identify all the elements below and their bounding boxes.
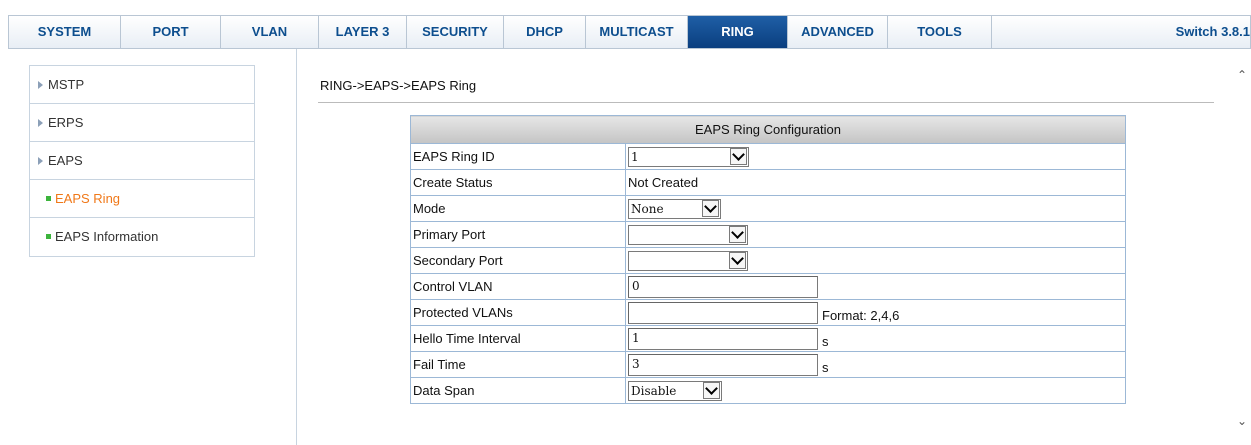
sidebar-subitem-eaps-information[interactable]: EAPS Information xyxy=(30,218,254,256)
hello-time-cell: 1s xyxy=(625,325,1126,352)
fail-time-unit: s xyxy=(822,359,829,375)
tab-vlan[interactable]: VLAN xyxy=(221,16,319,48)
data-span-label: Data Span xyxy=(410,377,626,404)
scroll-up-arrow-icon[interactable]: ⌃ xyxy=(1237,69,1249,81)
mode-value: None xyxy=(631,201,664,216)
triangle-right-icon xyxy=(38,119,43,127)
eaps-ring-config-table: EAPS Ring Configuration EAPS Ring ID 1 C… xyxy=(410,115,1126,404)
tab-system[interactable]: SYSTEM xyxy=(9,16,121,48)
tab-dhcp[interactable]: DHCP xyxy=(504,16,586,48)
data-span-value: Disable xyxy=(631,383,677,398)
secondary-port-select[interactable] xyxy=(628,250,748,271)
row-protected-vlans: Protected VLANs Format: 2,4,6 xyxy=(410,299,1126,326)
top-bar: SYSTEM PORT VLAN LAYER 3 SECURITY DHCP M… xyxy=(0,0,1251,49)
sidebar-item-label: ERPS xyxy=(48,115,84,130)
sidebar-item-mstp[interactable]: MSTP xyxy=(30,66,254,104)
row-data-span: Data Span Disable xyxy=(410,377,1126,404)
chevron-down-icon[interactable] xyxy=(702,200,719,217)
row-ring-id: EAPS Ring ID 1 xyxy=(410,143,1126,170)
scroll-down-arrow-icon[interactable]: ⌄ xyxy=(1237,415,1249,427)
main-nav: SYSTEM PORT VLAN LAYER 3 SECURITY DHCP M… xyxy=(8,15,1251,49)
ring-id-value: 1 xyxy=(631,149,639,164)
sidebar-item-label: EAPS xyxy=(48,153,83,168)
fail-time-label: Fail Time xyxy=(410,351,626,378)
tab-ring[interactable]: RING xyxy=(688,16,788,48)
content-divider xyxy=(296,49,297,445)
ring-id-cell: 1 xyxy=(625,143,1126,170)
chevron-down-icon[interactable] xyxy=(730,148,747,165)
bullet-square-icon xyxy=(46,196,51,201)
row-primary-port: Primary Port xyxy=(410,221,1126,248)
ring-id-select[interactable]: 1 xyxy=(628,146,749,167)
control-vlan-input[interactable]: 0 xyxy=(628,275,818,298)
hello-time-label: Hello Time Interval xyxy=(410,325,626,352)
data-span-select[interactable]: Disable xyxy=(628,380,722,401)
primary-port-cell xyxy=(625,221,1126,248)
secondary-port-cell xyxy=(625,247,1126,274)
primary-port-label: Primary Port xyxy=(410,221,626,248)
mode-label: Mode xyxy=(410,195,626,222)
sidebar-item-erps[interactable]: ERPS xyxy=(30,104,254,142)
protected-vlans-label: Protected VLANs xyxy=(410,299,626,326)
fail-time-cell: 3s xyxy=(625,351,1126,378)
config-table-title: EAPS Ring Configuration xyxy=(410,115,1126,144)
sidebar: MSTP ERPS EAPS EAPS Ring EAPS Informatio… xyxy=(29,65,255,257)
bullet-square-icon xyxy=(46,234,51,239)
tab-advanced[interactable]: ADVANCED xyxy=(788,16,888,48)
protected-vlans-input[interactable] xyxy=(628,301,818,324)
tab-port[interactable]: PORT xyxy=(121,16,221,48)
row-secondary-port: Secondary Port xyxy=(410,247,1126,274)
row-create-status: Create Status Not Created xyxy=(410,169,1126,196)
hello-time-input[interactable]: 1 xyxy=(628,327,818,350)
hello-time-unit: s xyxy=(822,333,829,349)
sidebar-item-label: MSTP xyxy=(48,77,85,92)
fail-time-input[interactable]: 3 xyxy=(628,353,818,376)
row-control-vlan: Control VLAN 0 xyxy=(410,273,1126,300)
tab-security[interactable]: SECURITY xyxy=(407,16,504,48)
triangle-right-icon xyxy=(38,81,43,89)
sidebar-subitem-label: EAPS Information xyxy=(55,229,159,244)
chevron-down-icon[interactable] xyxy=(729,226,746,243)
row-mode: Mode None xyxy=(410,195,1126,222)
tab-layer3[interactable]: LAYER 3 xyxy=(319,16,407,48)
secondary-port-label: Secondary Port xyxy=(410,247,626,274)
sidebar-subitem-eaps-ring[interactable]: EAPS Ring xyxy=(30,180,254,218)
create-status-value: Not Created xyxy=(625,169,1126,196)
mode-select[interactable]: None xyxy=(628,198,721,219)
row-fail-time: Fail Time 3s xyxy=(410,351,1126,378)
sidebar-item-eaps[interactable]: EAPS xyxy=(30,142,254,180)
control-vlan-cell: 0 xyxy=(625,273,1126,300)
create-status-label: Create Status xyxy=(410,169,626,196)
chevron-down-icon[interactable] xyxy=(729,252,746,269)
chevron-down-icon[interactable] xyxy=(703,382,720,399)
tab-multicast[interactable]: MULTICAST xyxy=(586,16,688,48)
data-span-cell: Disable xyxy=(625,377,1126,404)
protected-vlans-format-hint: Format: 2,4,6 xyxy=(822,307,900,323)
breadcrumb-separator xyxy=(318,102,1214,103)
version-label: Switch 3.8.1 xyxy=(1175,24,1250,39)
row-hello-time: Hello Time Interval 1s xyxy=(410,325,1126,352)
breadcrumb: RING->EAPS->EAPS Ring xyxy=(320,78,477,93)
triangle-right-icon xyxy=(38,157,43,165)
control-vlan-label: Control VLAN xyxy=(410,273,626,300)
protected-vlans-cell: Format: 2,4,6 xyxy=(625,299,1126,326)
primary-port-select[interactable] xyxy=(628,224,748,245)
tab-tools[interactable]: TOOLS xyxy=(888,16,992,48)
sidebar-subitem-label: EAPS Ring xyxy=(55,191,121,206)
mode-cell: None xyxy=(625,195,1126,222)
page: SYSTEM PORT VLAN LAYER 3 SECURITY DHCP M… xyxy=(0,0,1251,445)
ring-id-label: EAPS Ring ID xyxy=(410,143,626,170)
